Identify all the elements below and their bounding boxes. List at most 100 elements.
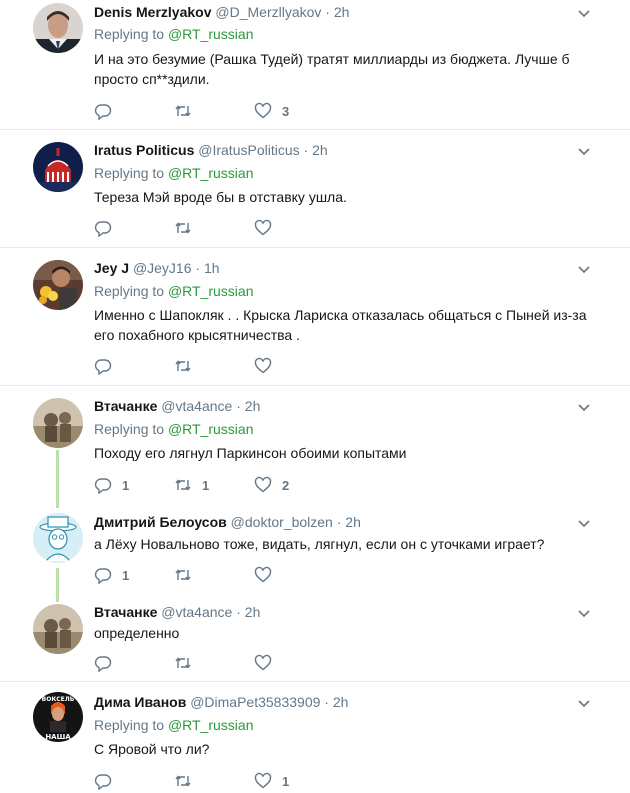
sepia-photo-avatar-icon <box>33 398 83 448</box>
reply-button[interactable] <box>94 654 122 672</box>
like-button[interactable] <box>254 654 282 672</box>
chevron-down-icon[interactable] <box>576 6 592 22</box>
reply-icon <box>94 568 112 584</box>
replying-to-line: Replying to @RT_russian <box>94 283 253 299</box>
like-button[interactable]: 1 <box>254 772 289 790</box>
replying-to-label: Replying to <box>94 26 165 42</box>
author-handle[interactable]: @doktor_bolzen <box>231 514 333 530</box>
heart-icon <box>254 357 272 374</box>
replying-to-line: Replying to @RT_russian <box>94 165 253 181</box>
separator-dot: · <box>336 514 342 530</box>
avatar[interactable] <box>33 604 83 654</box>
timestamp[interactable]: 2h <box>334 4 350 20</box>
tweet[interactable]: Iratus Politicus @IratusPoliticus · 2h R… <box>0 130 630 246</box>
reply-button[interactable] <box>94 219 122 237</box>
chevron-down-icon[interactable] <box>576 696 592 712</box>
reply-button[interactable]: 1 <box>94 476 129 494</box>
timestamp[interactable]: 2h <box>345 514 361 530</box>
tweet-text: С Яровой что ли? <box>94 741 210 757</box>
replying-to-link[interactable]: @RT_russian <box>168 283 254 299</box>
like-button[interactable] <box>254 219 282 237</box>
replying-to-link[interactable]: @RT_russian <box>168 165 254 181</box>
reply-icon <box>94 359 112 375</box>
sepia-photo-avatar-icon <box>33 604 83 654</box>
author-name[interactable]: Iratus Politicus <box>94 142 194 158</box>
retweet-button[interactable] <box>174 772 202 790</box>
chevron-down-icon[interactable] <box>576 400 592 416</box>
tweet-text: И на это безумие (Рашка Тудей) тратят ми… <box>94 51 570 87</box>
author-name[interactable]: Дима Иванов <box>94 694 186 710</box>
tweet-text: Тереза Мэй вроде бы в отставку ушла. <box>94 189 347 205</box>
author-name[interactable]: Втачанке <box>94 604 157 620</box>
retweet-button[interactable] <box>174 219 202 237</box>
poster-avatar-icon: ВОКСЕЛЬ НАША <box>33 692 83 742</box>
separator-dot: · <box>236 398 241 414</box>
retweet-button[interactable] <box>174 102 202 120</box>
reply-button[interactable] <box>94 357 122 375</box>
author-name[interactable]: Втачанке <box>94 398 157 414</box>
like-button[interactable] <box>254 357 282 375</box>
tweet-text: а Лёху Новальново тоже, видать, лягнул, … <box>94 536 545 552</box>
reply-count: 1 <box>122 477 130 493</box>
retweet-icon <box>175 775 191 787</box>
author-handle[interactable]: @D_Merzllyakov <box>215 4 321 20</box>
tweet[interactable]: ВОКСЕЛЬ НАША Дима Иванов @DimaPet3583390… <box>0 682 630 793</box>
like-count: 2 <box>282 477 290 493</box>
retweet-icon <box>175 479 191 491</box>
avatar[interactable] <box>33 3 83 53</box>
timestamp[interactable]: 2h <box>312 142 328 158</box>
chevron-down-icon[interactable] <box>576 516 592 532</box>
replying-to-link[interactable]: @RT_russian <box>168 421 254 437</box>
tweet[interactable]: Denis Merzlyakov @D_Merzllyakov · 2h Rep… <box>0 0 630 128</box>
heart-icon <box>254 566 272 583</box>
timestamp[interactable]: 1h <box>204 260 220 276</box>
author-name[interactable]: Jey J <box>94 260 129 276</box>
avatar[interactable] <box>33 260 83 310</box>
reply-button[interactable] <box>94 772 122 790</box>
replying-to-link[interactable]: @RT_russian <box>168 717 254 733</box>
like-button[interactable]: 2 <box>254 476 289 494</box>
heart-icon <box>254 476 272 493</box>
timestamp[interactable]: 2h <box>245 604 261 620</box>
replying-to-label: Replying to <box>94 421 165 437</box>
reply-button[interactable] <box>94 102 122 120</box>
author-handle[interactable]: @DimaPet35833909 <box>190 694 320 710</box>
like-count: 3 <box>282 103 290 119</box>
replying-to-link[interactable]: @RT_russian <box>168 26 254 42</box>
retweet-button[interactable]: 1 <box>174 476 209 494</box>
avatar[interactable]: ВОКСЕЛЬ НАША <box>33 692 83 742</box>
author-handle[interactable]: @JeyJ16 <box>133 260 192 276</box>
avatar[interactable] <box>33 513 83 563</box>
separator-dot: · <box>324 694 329 710</box>
tweet[interactable]: Дмитрий Белоусов @doktor_bolzen · 2h а Л… <box>0 504 630 598</box>
author-name[interactable]: Denis Merzlyakov <box>94 4 212 20</box>
author-handle[interactable]: @vta4ance <box>161 398 232 414</box>
avatar[interactable] <box>33 142 83 192</box>
timestamp[interactable]: 2h <box>245 398 261 414</box>
like-count: 1 <box>282 773 290 789</box>
tweet[interactable]: Jey J @JeyJ16 · 1h Replying to @RT_russi… <box>0 248 630 384</box>
tweet[interactable]: Втачанке @vta4ance · 2h определенно <box>0 598 630 680</box>
author-handle[interactable]: @IratusPoliticus <box>198 142 299 158</box>
tweet[interactable]: Втачанке @vta4ance · 2h Replying to @RT_… <box>0 386 630 504</box>
author-handle[interactable]: @vta4ance <box>161 604 232 620</box>
heart-icon <box>254 772 272 789</box>
reply-button[interactable]: 1 <box>94 566 129 584</box>
heart-icon <box>254 219 272 236</box>
reply-icon <box>94 104 112 120</box>
timestamp[interactable]: 2h <box>333 694 349 710</box>
reply-icon <box>94 221 112 237</box>
chevron-down-icon[interactable] <box>576 144 592 160</box>
like-button[interactable] <box>254 566 282 584</box>
poster-top-label: ВОКСЕЛЬ <box>42 696 75 703</box>
retweet-button[interactable] <box>174 566 202 584</box>
avatar[interactable] <box>33 398 83 448</box>
author-name[interactable]: Дмитрий Белоусов <box>94 514 227 530</box>
replying-to-label: Replying to <box>94 283 165 299</box>
chevron-down-icon[interactable] <box>576 606 592 622</box>
reply-icon <box>94 656 112 672</box>
retweet-button[interactable] <box>174 357 202 375</box>
like-button[interactable]: 3 <box>254 102 289 120</box>
retweet-button[interactable] <box>174 654 202 672</box>
chevron-down-icon[interactable] <box>576 262 592 278</box>
